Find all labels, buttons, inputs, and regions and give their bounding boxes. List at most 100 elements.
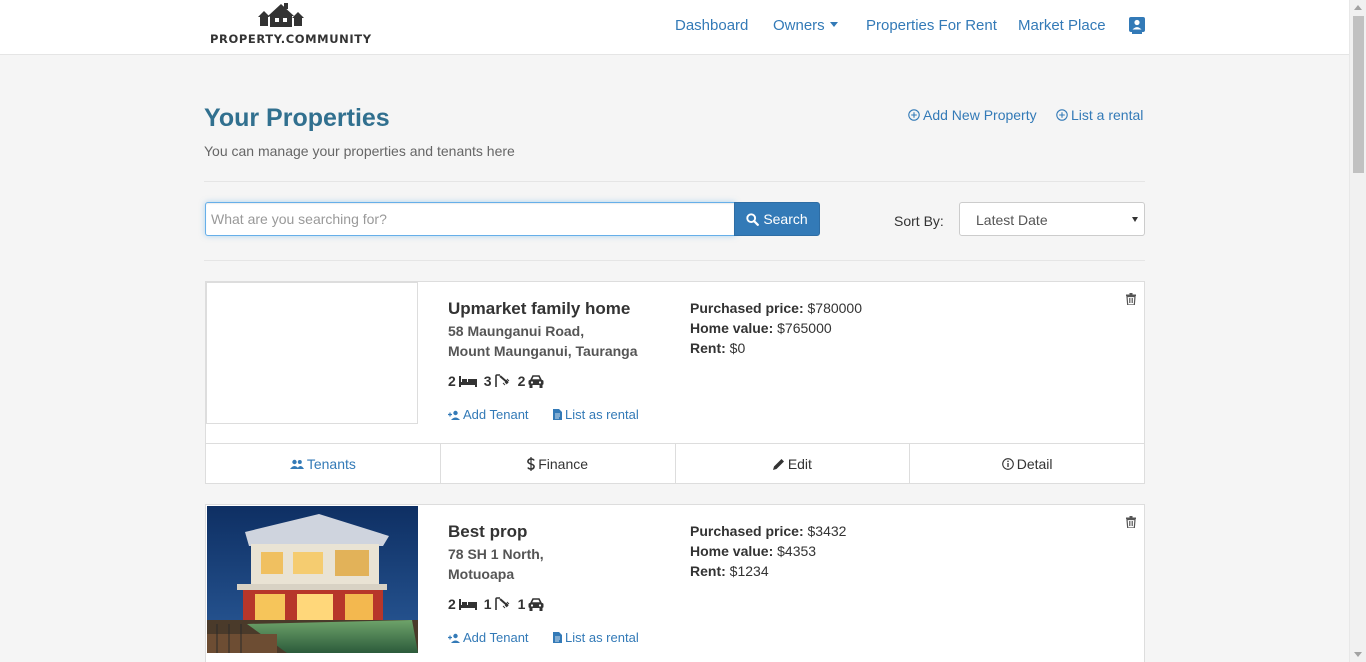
scrollbar-thumb[interactable] xyxy=(1353,16,1364,173)
bedroom-count: 2 xyxy=(448,373,456,389)
tab-detail-label: Detail xyxy=(1016,455,1053,472)
rent-value: $0 xyxy=(729,340,746,356)
scroll-up-arrow-icon[interactable] xyxy=(1354,5,1362,10)
nav-dashboard[interactable]: Dashboard xyxy=(675,17,748,34)
plus-circle-icon xyxy=(1056,109,1068,121)
select-arrow-icon xyxy=(1132,217,1138,222)
list-as-rental-label: List as rental xyxy=(565,630,639,645)
home-value-label: Home value: xyxy=(690,543,774,559)
people-icon xyxy=(289,459,304,469)
nav-owners-dropdown[interactable]: Owners xyxy=(773,17,838,34)
plus-circle-icon xyxy=(908,109,920,121)
property-card-footer: Tenants Finance Edit Detail xyxy=(206,443,1144,483)
add-new-property-label: Add New Property xyxy=(923,107,1037,123)
nav-properties-for-rent[interactable]: Properties For Rent xyxy=(866,17,997,34)
property-image-placeholder[interactable] xyxy=(206,282,418,424)
search-button-label: Search xyxy=(763,211,808,227)
nav-market-place[interactable]: Market Place xyxy=(1018,17,1106,34)
search-button[interactable]: Search xyxy=(734,202,820,236)
tab-finance-label: Finance xyxy=(538,455,589,472)
property-card: Upmarket family home 58 Maunganui Road, … xyxy=(205,281,1145,484)
nav-owners-label: Owners xyxy=(773,17,825,34)
top-navbar: PROPERTY.COMMUNITY Dashboard Owners Prop… xyxy=(0,0,1349,55)
page-title: Your Properties xyxy=(204,104,390,132)
sort-select[interactable]: Latest Date xyxy=(959,202,1145,236)
logo-text: PROPERTY.COMMUNITY xyxy=(210,32,372,46)
property-address-line1: 58 Maunganui Road, xyxy=(448,323,585,339)
property-address-line2: Motuoapa xyxy=(448,566,515,582)
property-title[interactable]: Upmarket family home xyxy=(448,299,630,319)
home-value: Home value: $765000 xyxy=(690,320,832,336)
list-as-rental-label: List as rental xyxy=(565,407,639,422)
add-tenant-link[interactable]: Add Tenant xyxy=(448,630,529,645)
add-tenant-label: Add Tenant xyxy=(463,407,529,422)
car-icon xyxy=(528,374,544,388)
home-value-value: $765000 xyxy=(777,320,832,336)
bathroom-count: 1 xyxy=(483,596,492,612)
search-icon xyxy=(746,212,760,226)
tab-edit-label: Edit xyxy=(787,455,812,472)
property-address-line1: 78 SH 1 North, xyxy=(448,546,544,562)
property-image[interactable] xyxy=(207,506,418,653)
dollar-icon xyxy=(527,456,536,471)
bathroom-count: 3 xyxy=(483,373,492,389)
divider xyxy=(204,260,1145,261)
bedroom-count: 2 xyxy=(448,596,456,612)
list-as-rental-link[interactable]: List as rental xyxy=(553,630,639,645)
list-a-rental-label: List a rental xyxy=(1071,107,1144,123)
shower-icon xyxy=(494,374,509,387)
home-value: Home value: $4353 xyxy=(690,543,816,559)
sort-selected-value: Latest Date xyxy=(976,212,1048,228)
tab-edit[interactable]: Edit xyxy=(676,444,911,483)
shower-icon xyxy=(494,597,509,610)
rent-label: Rent: xyxy=(690,563,726,579)
add-tenant-link[interactable]: Add Tenant xyxy=(448,407,529,422)
page-subtitle: You can manage your properties and tenan… xyxy=(204,143,515,159)
document-icon xyxy=(553,632,562,643)
bed-icon xyxy=(458,599,477,610)
property-title[interactable]: Best prop xyxy=(448,522,527,542)
parking-count: 1 xyxy=(517,596,526,612)
property-features: 2 3 2 xyxy=(448,373,551,389)
sort-by-label: Sort By: xyxy=(894,213,944,229)
home-value-label: Home value: xyxy=(690,320,774,336)
car-icon xyxy=(528,597,544,611)
tab-tenants-label: Tenants xyxy=(306,455,356,472)
rent: Rent: $0 xyxy=(690,340,745,356)
purchased-price: Purchased price: $780000 xyxy=(690,300,862,316)
person-add-icon xyxy=(448,410,460,420)
property-features: 2 1 1 xyxy=(448,596,551,612)
rent-label: Rent: xyxy=(690,340,726,356)
list-as-rental-link[interactable]: List as rental xyxy=(553,407,639,422)
property-address-line2: Mount Maunganui, Tauranga xyxy=(448,343,638,359)
purchased-price-value: $3432 xyxy=(807,523,847,539)
divider xyxy=(204,181,1145,182)
delete-property-trash-icon[interactable] xyxy=(1126,515,1136,533)
pencil-icon xyxy=(772,458,784,470)
scroll-down-arrow-icon[interactable] xyxy=(1354,652,1362,657)
person-add-icon xyxy=(448,633,460,643)
profile-card-icon[interactable] xyxy=(1129,17,1145,40)
purchased-price-label: Purchased price: xyxy=(690,300,804,316)
search-input[interactable] xyxy=(205,202,735,236)
purchased-price-value: $780000 xyxy=(807,300,863,316)
tab-finance[interactable]: Finance xyxy=(441,444,676,483)
delete-property-trash-icon[interactable] xyxy=(1126,292,1136,310)
info-circle-icon xyxy=(1001,457,1014,470)
rent-value: $1234 xyxy=(729,563,769,579)
add-new-property-link[interactable]: Add New Property xyxy=(908,107,1037,123)
house-logo-icon xyxy=(258,3,304,27)
document-icon xyxy=(553,409,562,420)
rent: Rent: $1234 xyxy=(690,563,769,579)
parking-count: 2 xyxy=(517,373,526,389)
property-community-logo[interactable]: PROPERTY.COMMUNITY xyxy=(210,3,372,49)
purchased-price-label: Purchased price: xyxy=(690,523,804,539)
list-a-rental-link[interactable]: List a rental xyxy=(1056,107,1143,123)
page-scrollbar[interactable] xyxy=(1349,0,1366,662)
purchased-price: Purchased price: $3432 xyxy=(690,523,846,539)
property-card: Best prop 78 SH 1 North, Motuoapa 2 1 1 … xyxy=(205,504,1145,662)
tab-tenants[interactable]: Tenants xyxy=(206,444,441,483)
bed-icon xyxy=(458,376,477,387)
tab-detail[interactable]: Detail xyxy=(910,444,1144,483)
home-value-value: $4353 xyxy=(777,543,817,559)
